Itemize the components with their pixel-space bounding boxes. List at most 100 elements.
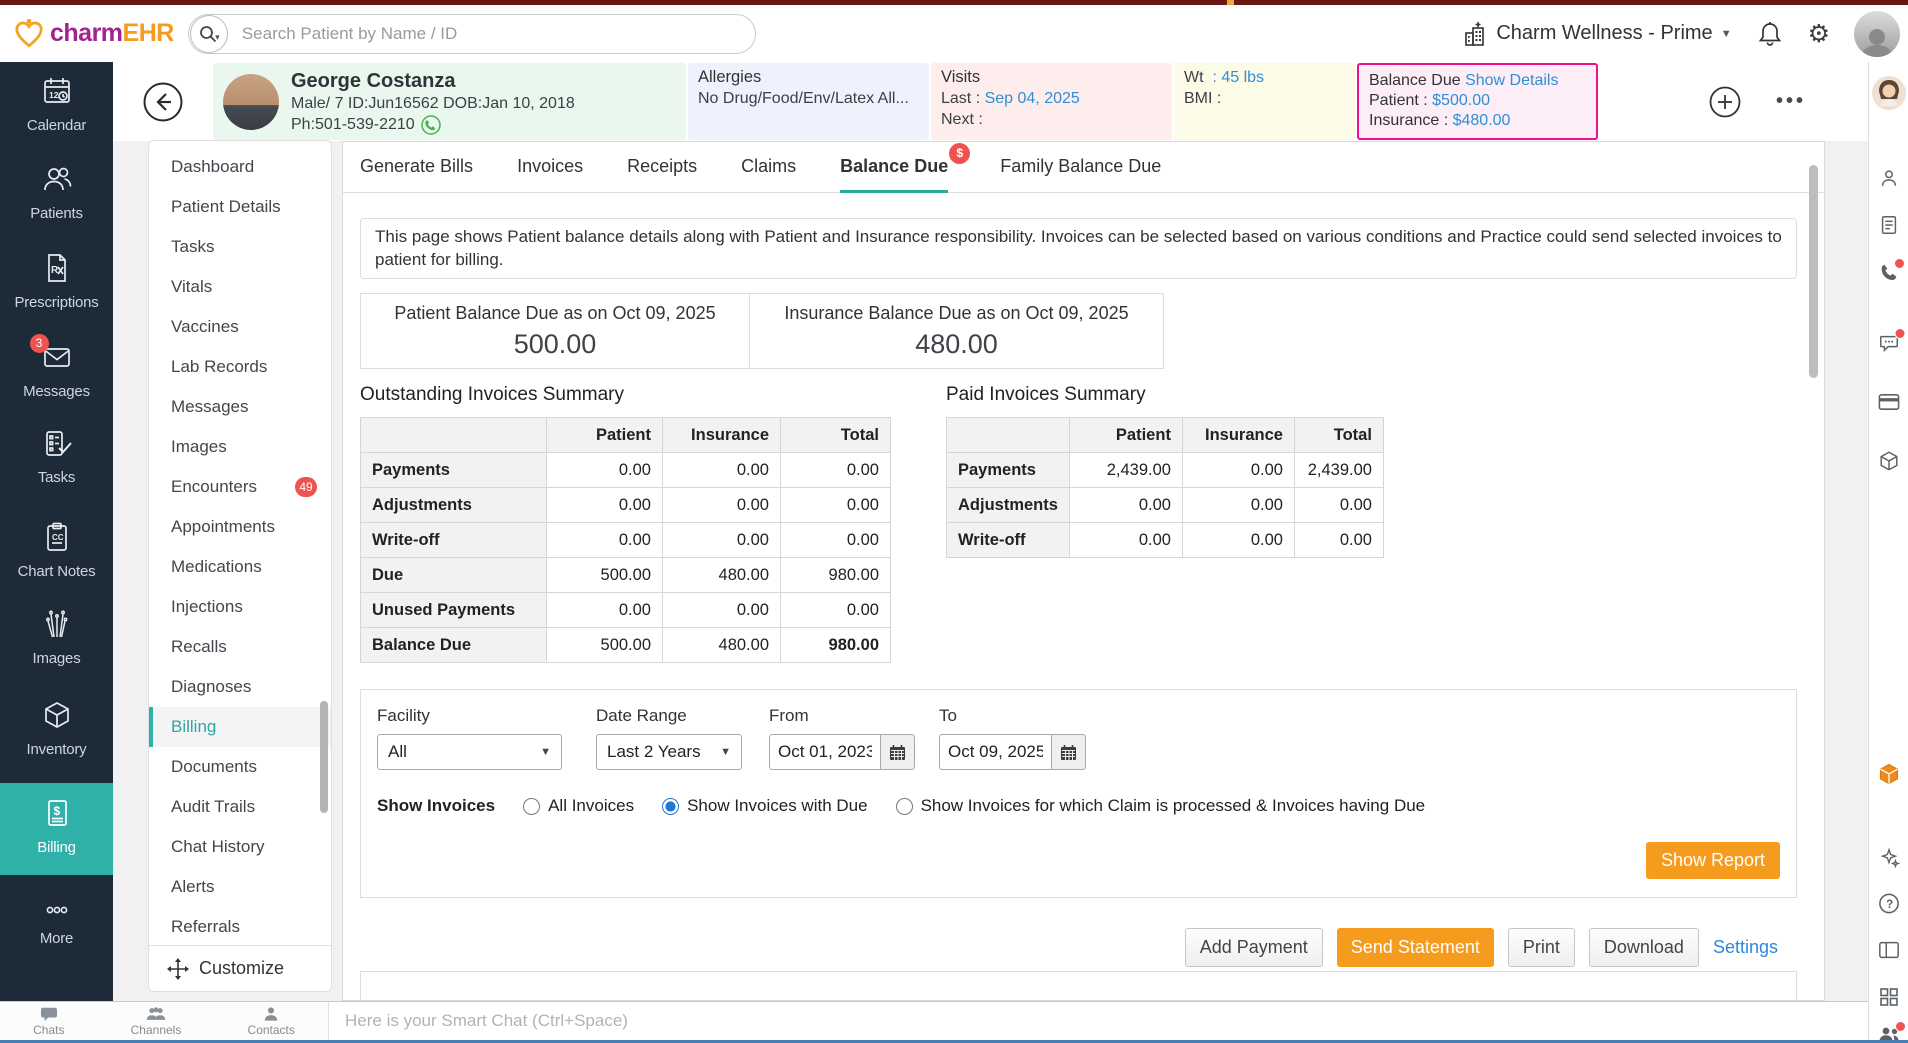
visits-section[interactable]: Visits Last : Sep 04, 2025 Next :	[931, 63, 1172, 140]
search-icon[interactable]: ▾	[190, 15, 228, 53]
from-date-input[interactable]	[769, 734, 880, 770]
vitals-section[interactable]: Wt : 45 lbs BMI :	[1174, 63, 1355, 140]
show-report-button[interactable]: Show Report	[1646, 842, 1780, 879]
menu-item-messages[interactable]: Messages	[149, 387, 331, 427]
menu-item-lab-records[interactable]: Lab Records	[149, 347, 331, 387]
send-statement-button[interactable]: Send Statement	[1337, 928, 1494, 967]
help-icon[interactable]: ?	[1877, 892, 1900, 915]
payments-card-icon[interactable]	[1877, 392, 1900, 412]
svg-text:CC: CC	[52, 533, 64, 542]
back-button[interactable]	[142, 81, 184, 123]
menu-item-billing[interactable]: Billing	[149, 707, 331, 747]
tab-family-balance-due[interactable]: Family Balance Due	[1000, 142, 1161, 193]
show-details-link[interactable]: Show Details	[1465, 72, 1558, 89]
practice-name: Charm Wellness - Prime	[1496, 22, 1712, 45]
channels-tab[interactable]: Channels	[131, 1006, 182, 1036]
tab-receipts[interactable]: Receipts	[627, 142, 697, 193]
apps-grid-icon[interactable]	[1879, 987, 1899, 1007]
add-plus-button[interactable]	[1708, 85, 1742, 119]
practice-selector[interactable]: Charm Wellness - Prime ▼	[1462, 21, 1731, 47]
print-button[interactable]: Print	[1508, 928, 1575, 967]
sidebar-item-chart-notes[interactable]: CC Chart Notes	[0, 521, 113, 580]
settings-link[interactable]: Settings	[1713, 937, 1778, 958]
menu-item-audit-trails[interactable]: Audit Trails	[149, 787, 331, 827]
menu-item-referrals[interactable]: Referrals	[149, 907, 331, 947]
from-calendar-button[interactable]	[880, 734, 915, 770]
tab-invoices[interactable]: Invoices	[517, 142, 583, 193]
main-scrollbar[interactable]	[1809, 165, 1818, 378]
tab-claims[interactable]: Claims	[741, 142, 796, 193]
sidebar-item-images[interactable]: Images	[0, 608, 113, 667]
menu-item-appointments[interactable]: Appointments	[149, 507, 331, 547]
menu-item-chat-history[interactable]: Chat History	[149, 827, 331, 867]
menu-item-alerts[interactable]: Alerts	[149, 867, 331, 907]
supplies-box-icon[interactable]	[1878, 450, 1900, 472]
patient-summary-section: George Costanza Male/ 7 ID:Jun16562 DOB:…	[213, 63, 686, 140]
phone-calls-icon[interactable]	[1878, 262, 1900, 284]
menu-item-encounters[interactable]: Encounters49	[149, 467, 331, 507]
sidebar-item-calendar[interactable]: 12 Calendar	[0, 75, 113, 134]
billing-tabs: Generate Bills Invoices Receipts Claims …	[343, 142, 1824, 193]
menu-item-recalls[interactable]: Recalls	[149, 627, 331, 667]
patient-photo[interactable]	[223, 74, 279, 130]
radio-invoices-with-due[interactable]	[662, 798, 679, 815]
menu-item-diagnoses[interactable]: Diagnoses	[149, 667, 331, 707]
add-payment-button[interactable]: Add Payment	[1185, 928, 1323, 967]
sidebar-item-patients[interactable]: Patients	[0, 163, 113, 222]
secure-chat-icon[interactable]	[1877, 332, 1900, 354]
menu-item-images[interactable]: Images	[149, 427, 331, 467]
radio-all-invoices[interactable]	[523, 798, 540, 815]
panel-layout-icon[interactable]	[1878, 940, 1900, 960]
phone-call-icon[interactable]	[421, 115, 441, 135]
table-row: Unused Payments0.000.000.00	[361, 593, 891, 628]
patient-locator-icon[interactable]	[1878, 167, 1900, 189]
col-insurance: Insurance	[1182, 418, 1294, 453]
sidebar-item-messages[interactable]: 3 Messages	[0, 341, 113, 400]
download-button[interactable]: Download	[1589, 928, 1699, 967]
tab-balance-due[interactable]: Balance Due$	[840, 142, 948, 193]
assistant-avatar[interactable]	[1872, 76, 1906, 110]
menu-item-vitals[interactable]: Vitals	[149, 267, 331, 307]
to-date-input[interactable]	[939, 734, 1051, 770]
contacts-tab[interactable]: Contacts	[248, 1006, 295, 1036]
charmehr-logo[interactable]: charmEHR	[12, 17, 174, 51]
menu-item-medications[interactable]: Medications	[149, 547, 331, 587]
sidebar-item-tasks[interactable]: Tasks	[0, 427, 113, 486]
radio-invoices-with-due-label[interactable]: Show Invoices with Due	[687, 796, 867, 816]
svg-text:$: $	[53, 804, 60, 818]
menu-scrollbar[interactable]	[320, 701, 328, 813]
move-arrows-icon	[167, 958, 189, 980]
chats-tab[interactable]: Chats	[33, 1006, 64, 1036]
allergies-section[interactable]: Allergies No Drug/Food/Env/Latex All...	[688, 63, 929, 140]
facility-label: Facility	[377, 706, 430, 726]
user-avatar[interactable]	[1854, 11, 1900, 57]
search-input[interactable]	[228, 24, 755, 44]
notifications-bell-icon[interactable]	[1758, 21, 1782, 47]
sidebar-item-prescriptions[interactable]: R Prescriptions	[0, 252, 113, 311]
tab-generate-bills[interactable]: Generate Bills	[360, 142, 473, 193]
smart-assist-icon[interactable]	[1878, 847, 1900, 869]
menu-item-documents[interactable]: Documents	[149, 747, 331, 787]
menu-item-tasks[interactable]: Tasks	[149, 227, 331, 267]
sidebar-label: Calendar	[0, 117, 113, 134]
facility-select[interactable]: All▼	[377, 734, 562, 770]
to-calendar-button[interactable]	[1051, 734, 1086, 770]
sidebar-item-more[interactable]: More	[0, 900, 113, 947]
date-range-select[interactable]: Last 2 Years▼	[596, 734, 742, 770]
customize-button[interactable]: Customize	[149, 945, 331, 991]
radio-claim-processed-label[interactable]: Show Invoices for which Claim is process…	[921, 796, 1426, 816]
radio-all-invoices-label[interactable]: All Invoices	[548, 796, 634, 816]
intake-forms-icon[interactable]	[1878, 214, 1900, 236]
menu-item-vaccines[interactable]: Vaccines	[149, 307, 331, 347]
menu-item-dashboard[interactable]: Dashboard	[149, 147, 331, 187]
sidebar-item-billing[interactable]: $ Billing	[0, 783, 113, 875]
radio-claim-processed[interactable]	[896, 798, 913, 815]
settings-gear-icon[interactable]: ⚙	[1808, 21, 1830, 46]
smart-chat-input[interactable]	[329, 1011, 1868, 1031]
menu-item-injections[interactable]: Injections	[149, 587, 331, 627]
more-options-button[interactable]: •••	[1776, 90, 1806, 113]
patient-search[interactable]: ▾	[188, 14, 756, 54]
menu-item-patient-details[interactable]: Patient Details	[149, 187, 331, 227]
orders-package-icon[interactable]	[1877, 762, 1901, 786]
sidebar-item-inventory[interactable]: Inventory	[0, 699, 113, 758]
